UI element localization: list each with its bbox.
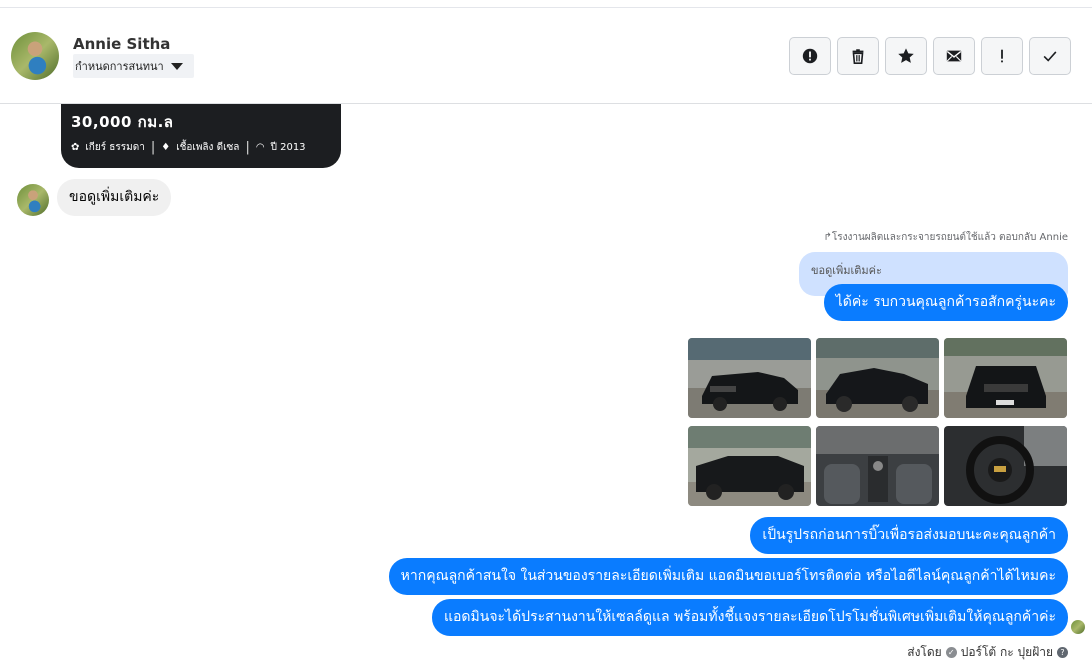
conversation-status-label: กำหนดการสนทนา xyxy=(75,60,164,73)
star-button[interactable] xyxy=(885,37,927,75)
top-divider xyxy=(0,0,1092,8)
exclamation-icon xyxy=(1001,49,1003,63)
mark-done-button[interactable] xyxy=(1029,37,1071,75)
important-button[interactable] xyxy=(981,37,1023,75)
help-icon[interactable]: ? xyxy=(1057,647,1068,658)
listing-specs: ✿ เกียร์ ธรรมดา | ♦ เชื้อเพลิง ดีเซล | ◠… xyxy=(71,140,306,155)
checkmark-icon xyxy=(1043,51,1057,62)
outgoing-message: เป็นรูปรถก่อนการบิ๊วเพื่อรอส่งมอบนะคะคุณ… xyxy=(750,517,1068,554)
incoming-message: ขอดูเพิ่มเติมค่ะ xyxy=(57,179,172,216)
reply-meta: ↱โรงงานผลิตและกระจายรถยนต์ใช้แล้ว ตอบกลั… xyxy=(823,230,1068,245)
delete-button[interactable] xyxy=(837,37,879,75)
envelope-icon xyxy=(946,50,962,62)
reply-meta-text: โรงงานผลิตและกระจายรถยนต์ใช้แล้ว ตอบกลับ… xyxy=(831,232,1068,243)
conversation-header: Annie Sitha กำหนดการสนทนา xyxy=(0,8,1092,104)
mark-unread-button[interactable] xyxy=(933,37,975,75)
listing-card[interactable]: 30,000 กม.ล ✿ เกียร์ ธรรมดา | ♦ เชื้อเพล… xyxy=(61,104,341,168)
star-icon xyxy=(898,48,914,63)
sent-by: ส่งโดย ✓ ปอร์โต้ กะ ปุยฝ้าย ? xyxy=(907,643,1068,662)
alert-circle-icon xyxy=(802,48,818,64)
sent-by-label: ส่งโดย xyxy=(907,645,942,659)
car-front-side-photo[interactable] xyxy=(688,338,811,418)
verified-icon: ✓ xyxy=(945,647,957,658)
car-interior-gear-photo[interactable] xyxy=(816,426,939,506)
listing-transmission: เกียร์ ธรรมดา xyxy=(85,142,145,153)
caret-down-icon xyxy=(170,63,183,70)
listing-fuel: เชื้อเพลิง ดีเซล xyxy=(176,142,240,153)
sender-avatar[interactable] xyxy=(17,184,49,216)
outgoing-message: แอดมินจะได้ประสานงานให้เซลล์ดูแล พร้อมทั… xyxy=(432,599,1068,636)
car-front-photo[interactable] xyxy=(944,338,1067,418)
trash-icon xyxy=(852,49,864,65)
contact-name[interactable]: Annie Sitha xyxy=(73,35,170,53)
car-rear-photo[interactable] xyxy=(688,426,811,506)
seen-avatar xyxy=(1071,620,1085,634)
outgoing-message: ได้ค่ะ รบกวนคุณลูกค้ารอสักครู่นะคะ xyxy=(823,284,1068,321)
gear-icon: ✿ xyxy=(71,142,80,153)
outgoing-message: หากคุณลูกค้าสนใจ ในส่วนของรายละเอียดเพิ่… xyxy=(388,558,1068,595)
spec-divider: | xyxy=(245,140,250,155)
header-actions xyxy=(789,37,1071,75)
gauge-icon: ◠ xyxy=(255,142,265,153)
car-side-photo[interactable] xyxy=(816,338,939,418)
reply-arrow-icon: ↱ xyxy=(823,232,832,243)
listing-year: ปี 2013 xyxy=(270,142,306,153)
conversation-status-dropdown[interactable]: กำหนดการสนทนา xyxy=(73,54,194,78)
report-spam-button[interactable] xyxy=(789,37,831,75)
listing-mileage: 30,000 กม.ล xyxy=(71,113,174,131)
sender-name[interactable]: ปอร์โต้ กะ ปุยฝ้าย xyxy=(961,643,1053,662)
car-steering-wheel-photo[interactable] xyxy=(944,426,1067,506)
fuel-drop-icon: ♦ xyxy=(161,142,171,153)
spec-divider: | xyxy=(150,140,156,155)
contact-avatar[interactable] xyxy=(11,32,59,80)
